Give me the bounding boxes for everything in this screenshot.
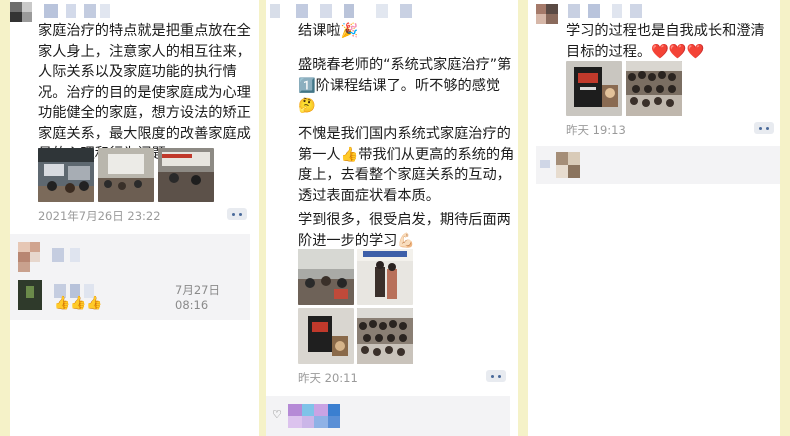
avatar[interactable] xyxy=(536,4,568,24)
comment-avatar[interactable] xyxy=(18,242,52,272)
username-mosaic[interactable] xyxy=(44,4,114,18)
comments-area: 7月27日 08:16 👍👍👍 xyxy=(10,234,250,320)
moment-post-1: 家庭治疗的特点就是把重点放在全家人身上，注意家人的相互往来，人际关系以及家庭功能… xyxy=(10,0,259,436)
mosaic-block xyxy=(540,160,550,168)
likers-mosaic[interactable] xyxy=(556,152,596,178)
more-options-button[interactable] xyxy=(227,208,247,220)
more-options-button[interactable] xyxy=(754,122,774,134)
post-photo[interactable] xyxy=(357,308,413,364)
heart-outline-icon: ♡ xyxy=(272,408,282,421)
post-time: 昨天 20:11 xyxy=(298,371,358,385)
post-photo[interactable] xyxy=(566,61,622,116)
post-time: 昨天 19:13 xyxy=(566,123,626,137)
moment-post-3: 学习的过程也是自我成长和澄清目标的过程。❤️❤️❤️ 昨天 19:13 xyxy=(528,0,780,436)
post-photo[interactable] xyxy=(626,61,682,116)
avatar[interactable] xyxy=(10,2,44,22)
post-photo[interactable] xyxy=(357,249,413,305)
comments-area: ♡ xyxy=(266,396,510,436)
post-text-paragraph: 盛晓春老师的“系统式家庭治疗”第1️⃣阶课程结课了。听不够的感觉🤔 xyxy=(298,57,512,114)
post-text-paragraph: 学到很多，很受启发，期待后面两阶进一步的学习💪🏻 xyxy=(298,212,511,249)
post-text: 家庭治疗的特点就是把重点放在全家人身上，注意家人的相互往来，人际关系以及家庭功能… xyxy=(38,23,251,162)
post-photo[interactable] xyxy=(38,148,94,202)
moment-post-2: 结课啦🎉 盛晓春老师的“系统式家庭治疗”第1️⃣阶课程结课了。听不够的感觉🤔 不… xyxy=(266,0,518,436)
more-options-button[interactable] xyxy=(486,370,506,382)
post-photo[interactable] xyxy=(98,148,154,202)
post-photo[interactable] xyxy=(298,249,354,305)
post-photo[interactable] xyxy=(298,308,354,364)
comment-thumbs-up-emoji: 👍👍👍 xyxy=(54,296,103,311)
username-mosaic[interactable] xyxy=(568,4,648,18)
post-text-title: 结课啦🎉 xyxy=(298,23,359,39)
comment-name-mosaic[interactable] xyxy=(52,248,112,262)
post-text: 学习的过程也是自我成长和澄清目标的过程。❤️❤️❤️ xyxy=(566,23,765,60)
username-mosaic[interactable] xyxy=(270,4,420,18)
post-time: 2021年7月26日 23:22 xyxy=(38,209,161,223)
comment-time: 7月27日 08:16 xyxy=(175,283,220,312)
post-text-paragraph: 不愧是我们国内系统式家庭治疗的第一人👍带我们从更高的系统的角度上，去看整个家庭关… xyxy=(298,126,515,204)
comment-avatar[interactable] xyxy=(18,280,48,310)
comments-area xyxy=(536,146,780,184)
likers-mosaic[interactable] xyxy=(288,404,348,428)
post-photo[interactable] xyxy=(158,148,214,202)
